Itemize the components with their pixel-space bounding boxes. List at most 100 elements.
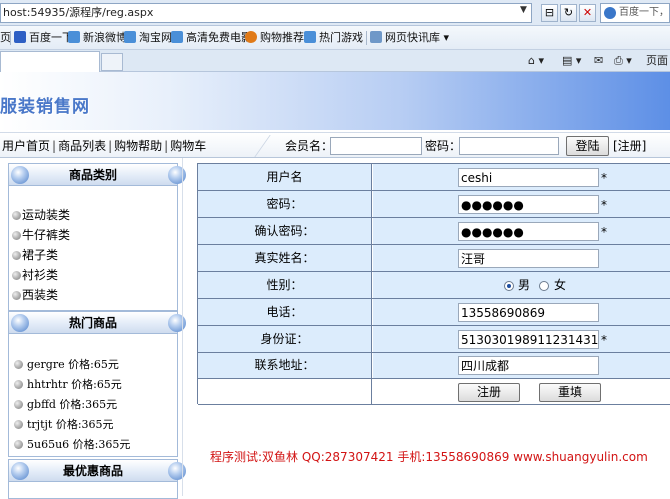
- shopping-icon: [245, 31, 257, 43]
- hot-products-panel: 热门商品 gergre 价格:65元 hhtrhtr 价格:65元 gbffd …: [8, 311, 186, 457]
- confirm-password-input[interactable]: [458, 222, 599, 241]
- required-mark: *: [601, 225, 607, 239]
- field-cell: *: [373, 164, 670, 190]
- new-tab-button[interactable]: [101, 53, 123, 71]
- favorite-item[interactable]: 热门游戏: [304, 30, 363, 46]
- product-item[interactable]: gbffd 价格:365元: [14, 398, 117, 412]
- search-box[interactable]: 百度一下，你: [600, 3, 670, 23]
- bullet-icon: [14, 420, 23, 429]
- panel-header: 商品类别: [9, 164, 186, 186]
- nav-cart[interactable]: 购物车: [170, 139, 206, 153]
- login-button[interactable]: 登陆: [566, 136, 609, 156]
- address-input-field[interactable]: [458, 356, 599, 375]
- favorite-item[interactable]: 高清免费电影: [171, 30, 252, 46]
- field-label: 身份证：: [198, 326, 372, 352]
- orb-icon: [168, 462, 186, 480]
- bullet-icon: [14, 400, 23, 409]
- field-label: 真实姓名：: [198, 245, 372, 271]
- dropdown-icon[interactable]: ▼: [520, 5, 527, 15]
- idcard-input[interactable]: [458, 330, 599, 349]
- field-label: 性别：: [198, 272, 372, 298]
- stop-icon[interactable]: ✕: [579, 4, 596, 22]
- tab-current[interactable]: [0, 51, 100, 72]
- form-row-password: 密码： *: [198, 191, 670, 218]
- reset-button[interactable]: 重填: [539, 383, 601, 402]
- empty-cell: [198, 379, 372, 404]
- gender-female-radio[interactable]: [539, 281, 549, 291]
- required-mark: *: [601, 198, 607, 212]
- orb-icon: [168, 314, 186, 332]
- feeds-icon[interactable]: ▤ ▾: [562, 52, 581, 70]
- username-input[interactable]: [458, 168, 599, 187]
- favorite-item[interactable]: 淘宝网: [124, 30, 172, 46]
- bullet-icon: [12, 291, 21, 300]
- member-input[interactable]: [330, 137, 422, 155]
- print-icon[interactable]: ⎙ ▾: [614, 52, 632, 70]
- nav-help[interactable]: 购物帮助: [114, 139, 162, 153]
- product-item[interactable]: gergre 价格:65元: [14, 358, 119, 372]
- sidebar: 商品类别 运动装类 牛仔裤类 裙子类 衬衫类 西装类 热门商品 gergre 价…: [8, 163, 186, 499]
- page-icon: [68, 31, 80, 43]
- orb-icon: [11, 314, 29, 332]
- bullet-icon: [14, 380, 23, 389]
- nav-home[interactable]: 用户首页: [2, 139, 50, 153]
- search-engine-label: 百度一下，你: [619, 7, 669, 18]
- mail-icon[interactable]: ✉: [594, 52, 603, 70]
- panel-title: 最优惠商品: [62, 464, 123, 478]
- refresh-icon[interactable]: ↻: [560, 4, 577, 22]
- web-slice-gallery[interactable]: 网页快讯库 ▾: [360, 30, 449, 46]
- register-link[interactable]: [注册]: [613, 138, 646, 154]
- field-label: 电话：: [198, 299, 372, 325]
- favorite-item[interactable]: 百度一下: [14, 30, 73, 46]
- field-cell: 注册 重填: [373, 379, 670, 404]
- password-label: 密码：: [425, 139, 462, 153]
- field-cell: 男 女: [373, 272, 670, 298]
- nav-products[interactable]: 商品列表: [58, 139, 106, 153]
- category-item[interactable]: 裙子类: [12, 248, 58, 262]
- baidu-icon: [604, 7, 616, 19]
- login-password-input[interactable]: [459, 137, 559, 155]
- category-item[interactable]: 衬衫类: [12, 268, 58, 282]
- home-icon[interactable]: ⌂ ▾: [528, 52, 544, 70]
- product-item[interactable]: trjtjt 价格:365元: [14, 418, 114, 432]
- realname-input[interactable]: [458, 249, 599, 268]
- field-label: 确认密码：: [198, 218, 372, 244]
- field-cell: [373, 245, 670, 271]
- site-logo: 服装销售网: [0, 97, 90, 117]
- compat-view-icon[interactable]: ⊟: [541, 4, 558, 22]
- registration-form: 用户名 * 密码： * 确认密码： * 真实姓名： 性别： 男 女: [197, 163, 670, 405]
- divider: [182, 158, 183, 496]
- form-row-username: 用户名 *: [198, 164, 670, 191]
- field-label: 用户名: [198, 164, 372, 190]
- field-cell: [373, 353, 670, 378]
- category-item[interactable]: 西装类: [12, 288, 58, 302]
- favorite-item[interactable]: 购物推荐: [245, 30, 304, 46]
- page-icon: [171, 31, 183, 43]
- bullet-icon: [14, 360, 23, 369]
- address-input[interactable]: host:54935/源程序/reg.aspx: [0, 3, 532, 23]
- page-icon: [124, 31, 136, 43]
- field-cell: [373, 299, 670, 325]
- phone-input[interactable]: [458, 303, 599, 322]
- category-panel: 商品类别 运动装类 牛仔裤类 裙子类 衬衫类 西装类: [8, 163, 186, 311]
- gender-male-radio[interactable]: [504, 281, 514, 291]
- form-row-actions: 注册 重填: [198, 379, 670, 405]
- nav-links: 用户首页 | 商品列表 | 购物帮助 | 购物车: [2, 139, 207, 153]
- form-row-gender: 性别： 男 女: [198, 272, 670, 299]
- gender-male-label: 男: [518, 278, 531, 292]
- product-item[interactable]: hhtrhtr 价格:65元: [14, 378, 122, 392]
- panel-header: 最优惠商品: [9, 460, 186, 482]
- password-input[interactable]: [458, 195, 599, 214]
- bullet-icon: [12, 211, 21, 220]
- web-slice-icon: [370, 31, 382, 43]
- favorite-item[interactable]: 新浪微博: [68, 30, 127, 46]
- category-item[interactable]: 运动装类: [12, 208, 70, 222]
- page-icon: [304, 31, 316, 43]
- form-row-address: 联系地址：: [198, 353, 670, 379]
- favorites-bar: 页 百度一下 新浪微博 淘宝网 高清免费电影 购物推荐 热门游戏 网页快讯库 ▾: [0, 26, 670, 50]
- product-item[interactable]: 5u65u6 价格:365元: [14, 438, 130, 452]
- required-mark: *: [601, 333, 607, 347]
- submit-button[interactable]: 注册: [458, 383, 520, 402]
- category-item[interactable]: 牛仔裤类: [12, 228, 70, 242]
- bullet-icon: [14, 440, 23, 449]
